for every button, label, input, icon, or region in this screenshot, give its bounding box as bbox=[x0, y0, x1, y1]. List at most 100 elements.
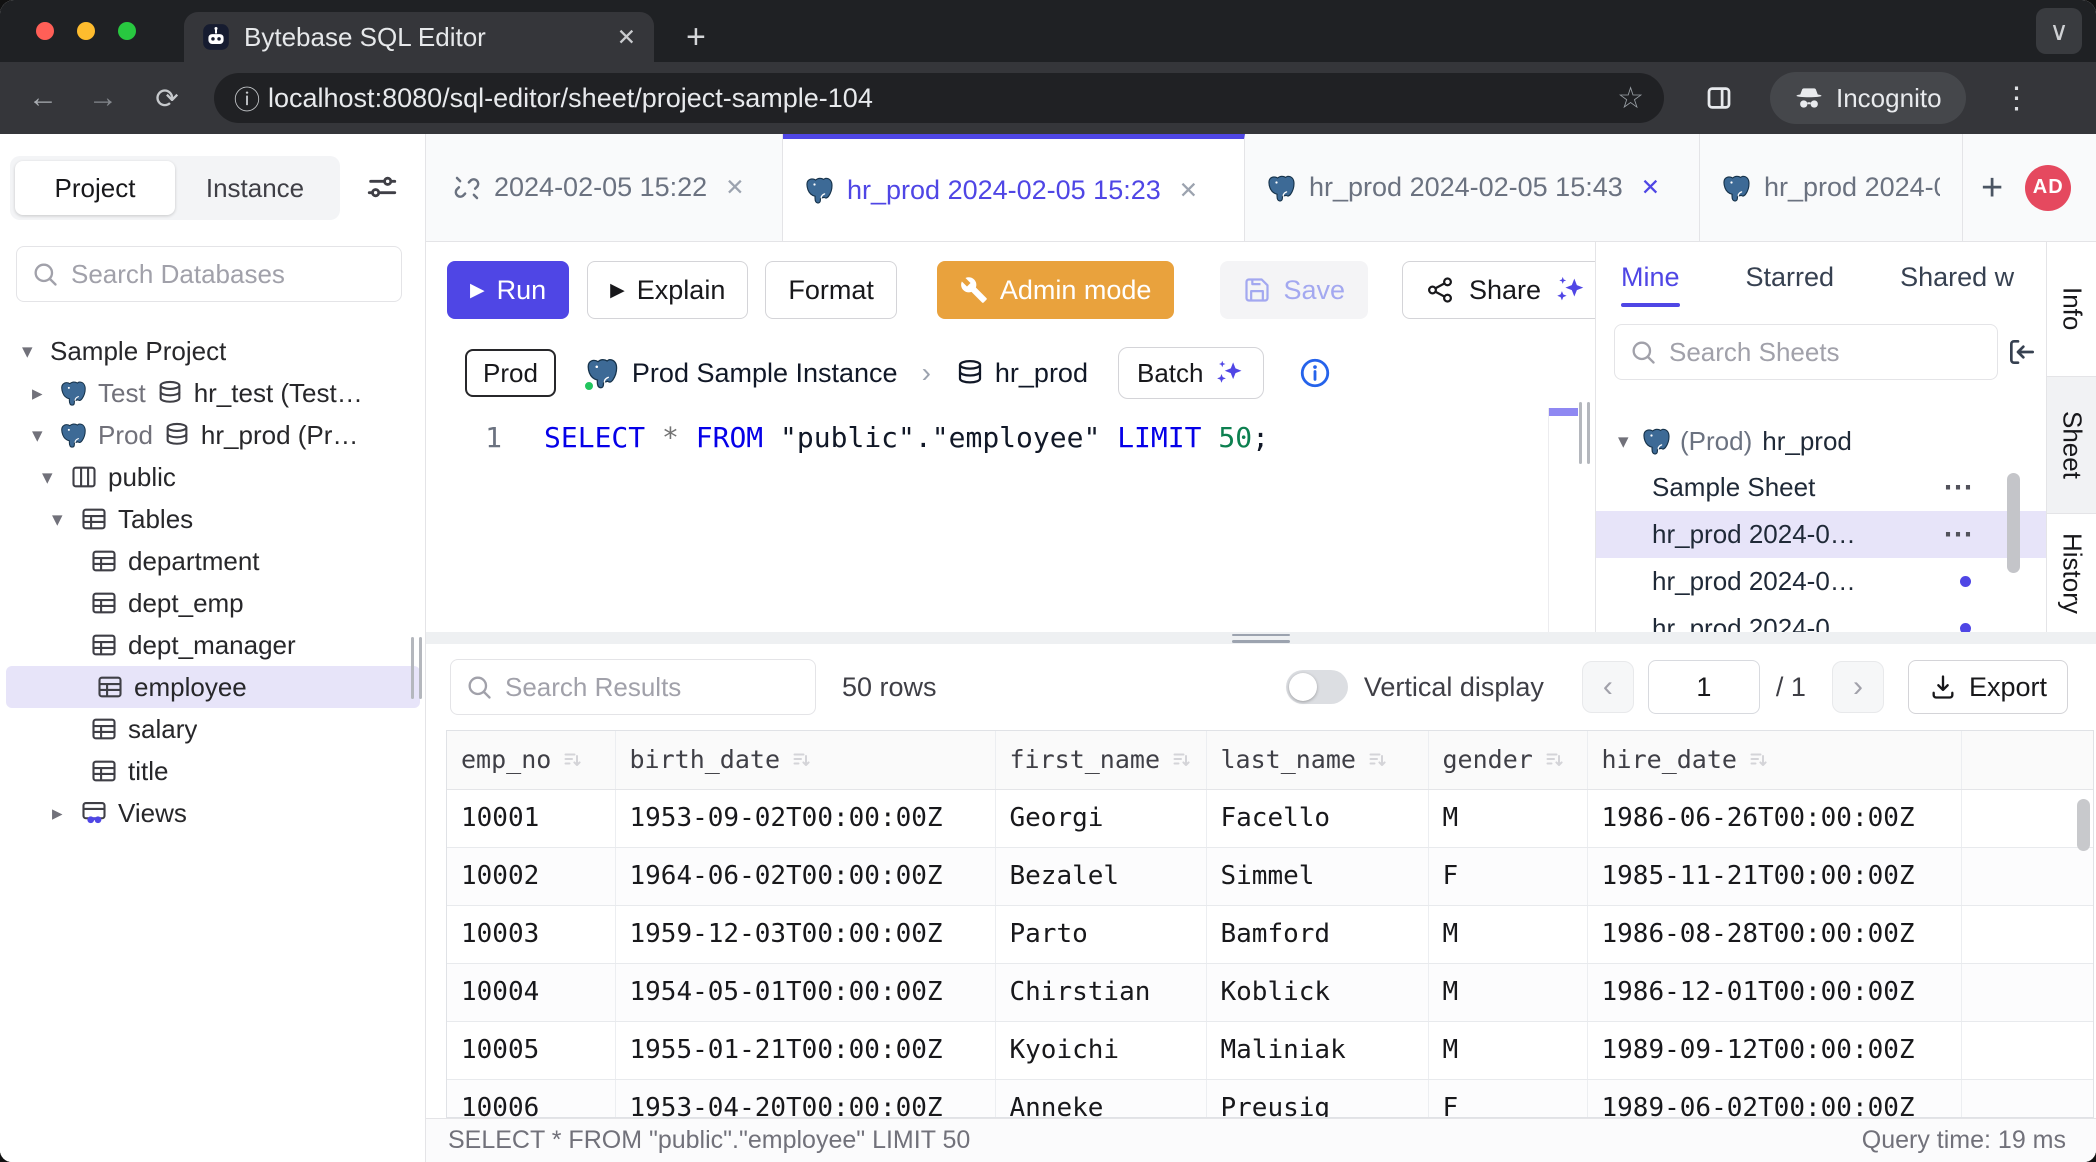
sidebar-tree-item-title[interactable]: title bbox=[0, 750, 426, 792]
sidebar-tree-item-hr_prod-pr-[interactable]: ▾Prodhr_prod (Pr… bbox=[0, 414, 426, 456]
instance-name[interactable]: Prod Sample Instance bbox=[632, 358, 898, 389]
tab-shared-with-me[interactable]: Shared w bbox=[1900, 262, 2014, 293]
sheet-search[interactable] bbox=[1614, 324, 1998, 380]
minimap-slider[interactable] bbox=[1549, 408, 1578, 416]
export-button[interactable]: Export bbox=[1908, 660, 2068, 714]
table-cell[interactable]: 1986-06-26T00:00:00Z bbox=[1587, 789, 1961, 847]
tab-starred[interactable]: Starred bbox=[1746, 262, 1835, 293]
format-button[interactable]: Format bbox=[765, 261, 897, 319]
back-button[interactable]: ← bbox=[26, 81, 60, 115]
table-cell[interactable]: 1986-12-01T00:00:00Z bbox=[1587, 963, 1961, 1021]
column-header-gender[interactable]: gender bbox=[1428, 731, 1587, 789]
sheet-item-menu-icon[interactable]: ⋯ bbox=[1943, 530, 1973, 540]
close-tab-icon[interactable]: ✕ bbox=[1641, 174, 1660, 201]
next-page-button[interactable]: › bbox=[1832, 661, 1884, 713]
worksheet-tab-3[interactable]: hr_prod 2024-02-05 15:43✕ bbox=[1245, 134, 1700, 241]
caret-down-icon[interactable]: ▾ bbox=[36, 465, 70, 490]
database-search-input[interactable] bbox=[69, 258, 387, 291]
worksheet-tab-2[interactable]: hr_prod 2024-02-05 15:23✕ bbox=[783, 134, 1245, 241]
table-cell[interactable]: 10006 bbox=[447, 1079, 615, 1118]
table-cell[interactable]: M bbox=[1428, 963, 1587, 1021]
sidebar-tree-item-tables[interactable]: ▾Tables bbox=[0, 498, 426, 540]
sql-editor[interactable]: 1 SELECT * FROM "public"."employee" LIMI… bbox=[426, 408, 1595, 632]
sidebar-tree-item-public[interactable]: ▾public bbox=[0, 456, 426, 498]
filter-sliders-icon[interactable] bbox=[365, 170, 399, 204]
run-button[interactable]: ▶ Run bbox=[447, 261, 569, 319]
sidebar-tree-item-views[interactable]: ▸Views bbox=[0, 792, 426, 834]
database-name[interactable]: hr_prod bbox=[995, 358, 1088, 389]
sheet-item-3[interactable]: hr_prod 2024-0… bbox=[1596, 558, 2046, 605]
table-cell[interactable]: Preusig bbox=[1206, 1079, 1428, 1118]
caret-down-icon[interactable]: ▾ bbox=[46, 507, 80, 532]
admin-mode-button[interactable]: Admin mode bbox=[937, 261, 1175, 319]
table-cell[interactable]: Maliniak bbox=[1206, 1021, 1428, 1079]
table-cell[interactable]: Bezalel bbox=[995, 847, 1206, 905]
table-cell[interactable]: 1989-09-12T00:00:00Z bbox=[1587, 1021, 1961, 1079]
table-cell[interactable]: 10004 bbox=[447, 963, 615, 1021]
window-zoom-button[interactable] bbox=[118, 22, 136, 40]
results-search-input[interactable] bbox=[503, 671, 801, 704]
table-cell[interactable]: Simmel bbox=[1206, 847, 1428, 905]
result-table-scrollbar[interactable] bbox=[2077, 799, 2090, 851]
sidebar-tree-item-hr_test-test-[interactable]: ▸Testhr_test (Test… bbox=[0, 372, 426, 414]
table-cell[interactable]: M bbox=[1428, 1021, 1587, 1079]
sheet-item-4[interactable]: hr_prod 2024-0 bbox=[1596, 605, 2046, 632]
sort-icon[interactable] bbox=[1170, 748, 1194, 772]
rail-tab-history[interactable]: History bbox=[2047, 514, 2096, 632]
table-cell[interactable]: 10003 bbox=[447, 905, 615, 963]
batch-button[interactable]: Batch bbox=[1118, 347, 1265, 399]
window-minimize-button[interactable] bbox=[77, 22, 95, 40]
sidebar-tree-item-dept_manager[interactable]: dept_manager bbox=[0, 624, 426, 666]
sheet-item-1[interactable]: Sample Sheet⋯ bbox=[1596, 464, 2046, 511]
table-cell[interactable]: 1959-12-03T00:00:00Z bbox=[615, 905, 995, 963]
add-worksheet-button[interactable]: + bbox=[1981, 169, 2003, 207]
vertical-display-toggle[interactable] bbox=[1286, 670, 1348, 704]
close-tab-icon[interactable]: ✕ bbox=[725, 174, 744, 201]
sort-icon[interactable] bbox=[1747, 748, 1771, 772]
connection-info-icon[interactable] bbox=[1298, 356, 1332, 390]
reload-button[interactable]: ⟳ bbox=[150, 82, 184, 115]
table-cell[interactable]: Bamford bbox=[1206, 905, 1428, 963]
editor-panel-resize-handle[interactable] bbox=[1579, 402, 1590, 464]
page-number-input[interactable] bbox=[1648, 660, 1760, 714]
divider-grip[interactable] bbox=[1232, 634, 1290, 643]
sort-icon[interactable] bbox=[561, 748, 585, 772]
table-cell[interactable]: 1986-08-28T00:00:00Z bbox=[1587, 905, 1961, 963]
browser-menu-icon[interactable]: ⋮ bbox=[2002, 81, 2032, 116]
table-cell[interactable]: 10001 bbox=[447, 789, 615, 847]
table-cell[interactable]: F bbox=[1428, 847, 1587, 905]
column-header-first_name[interactable]: first_name bbox=[995, 731, 1206, 789]
browser-tab[interactable]: Bytebase SQL Editor ✕ bbox=[184, 12, 654, 62]
table-cell[interactable]: Koblick bbox=[1206, 963, 1428, 1021]
sidebar-resize-handle[interactable] bbox=[411, 637, 422, 699]
sidebar-tree-item-employee[interactable]: employee bbox=[6, 666, 420, 708]
table-cell[interactable]: 1955-01-21T00:00:00Z bbox=[615, 1021, 995, 1079]
sheet-item-menu-icon[interactable]: ⋯ bbox=[1943, 483, 1973, 493]
sidebar-tree-item-salary[interactable]: salary bbox=[0, 708, 426, 750]
sort-icon[interactable] bbox=[1366, 748, 1390, 772]
tab-search-button[interactable]: ∨ bbox=[2036, 8, 2082, 54]
column-header-emp_no[interactable]: emp_no bbox=[447, 731, 615, 789]
tab-project[interactable]: Project bbox=[15, 161, 175, 215]
tab-mine[interactable]: Mine bbox=[1621, 262, 1680, 293]
url-bar[interactable]: ⓘ localhost:8080/sql-editor/sheet/projec… bbox=[214, 73, 1664, 123]
sidebar-tree-item-sample-project[interactable]: ▾Sample Project bbox=[0, 330, 426, 372]
worksheet-tab-4[interactable]: hr_prod 2024-0 bbox=[1700, 134, 1963, 241]
tab-instance[interactable]: Instance bbox=[175, 161, 335, 215]
explain-button[interactable]: ▶ Explain bbox=[587, 261, 748, 319]
caret-down-icon[interactable]: ▾ bbox=[16, 339, 50, 364]
import-sheet-icon[interactable] bbox=[2006, 336, 2038, 368]
sheet-search-input[interactable] bbox=[1667, 336, 1983, 369]
table-cell[interactable]: 1964-06-02T00:00:00Z bbox=[615, 847, 995, 905]
editor-minimap[interactable] bbox=[1548, 408, 1578, 632]
forward-button[interactable]: → bbox=[86, 81, 120, 115]
prev-page-button[interactable]: ‹ bbox=[1582, 661, 1634, 713]
save-button[interactable]: Save bbox=[1220, 261, 1368, 319]
caret-down-icon[interactable]: ▾ bbox=[1612, 429, 1642, 454]
table-cell[interactable]: M bbox=[1428, 905, 1587, 963]
table-cell[interactable]: 1985-11-21T00:00:00Z bbox=[1587, 847, 1961, 905]
table-cell[interactable]: Kyoichi bbox=[995, 1021, 1206, 1079]
table-cell[interactable]: Facello bbox=[1206, 789, 1428, 847]
results-search[interactable] bbox=[450, 659, 816, 715]
caret-right-icon[interactable]: ▸ bbox=[26, 381, 60, 406]
